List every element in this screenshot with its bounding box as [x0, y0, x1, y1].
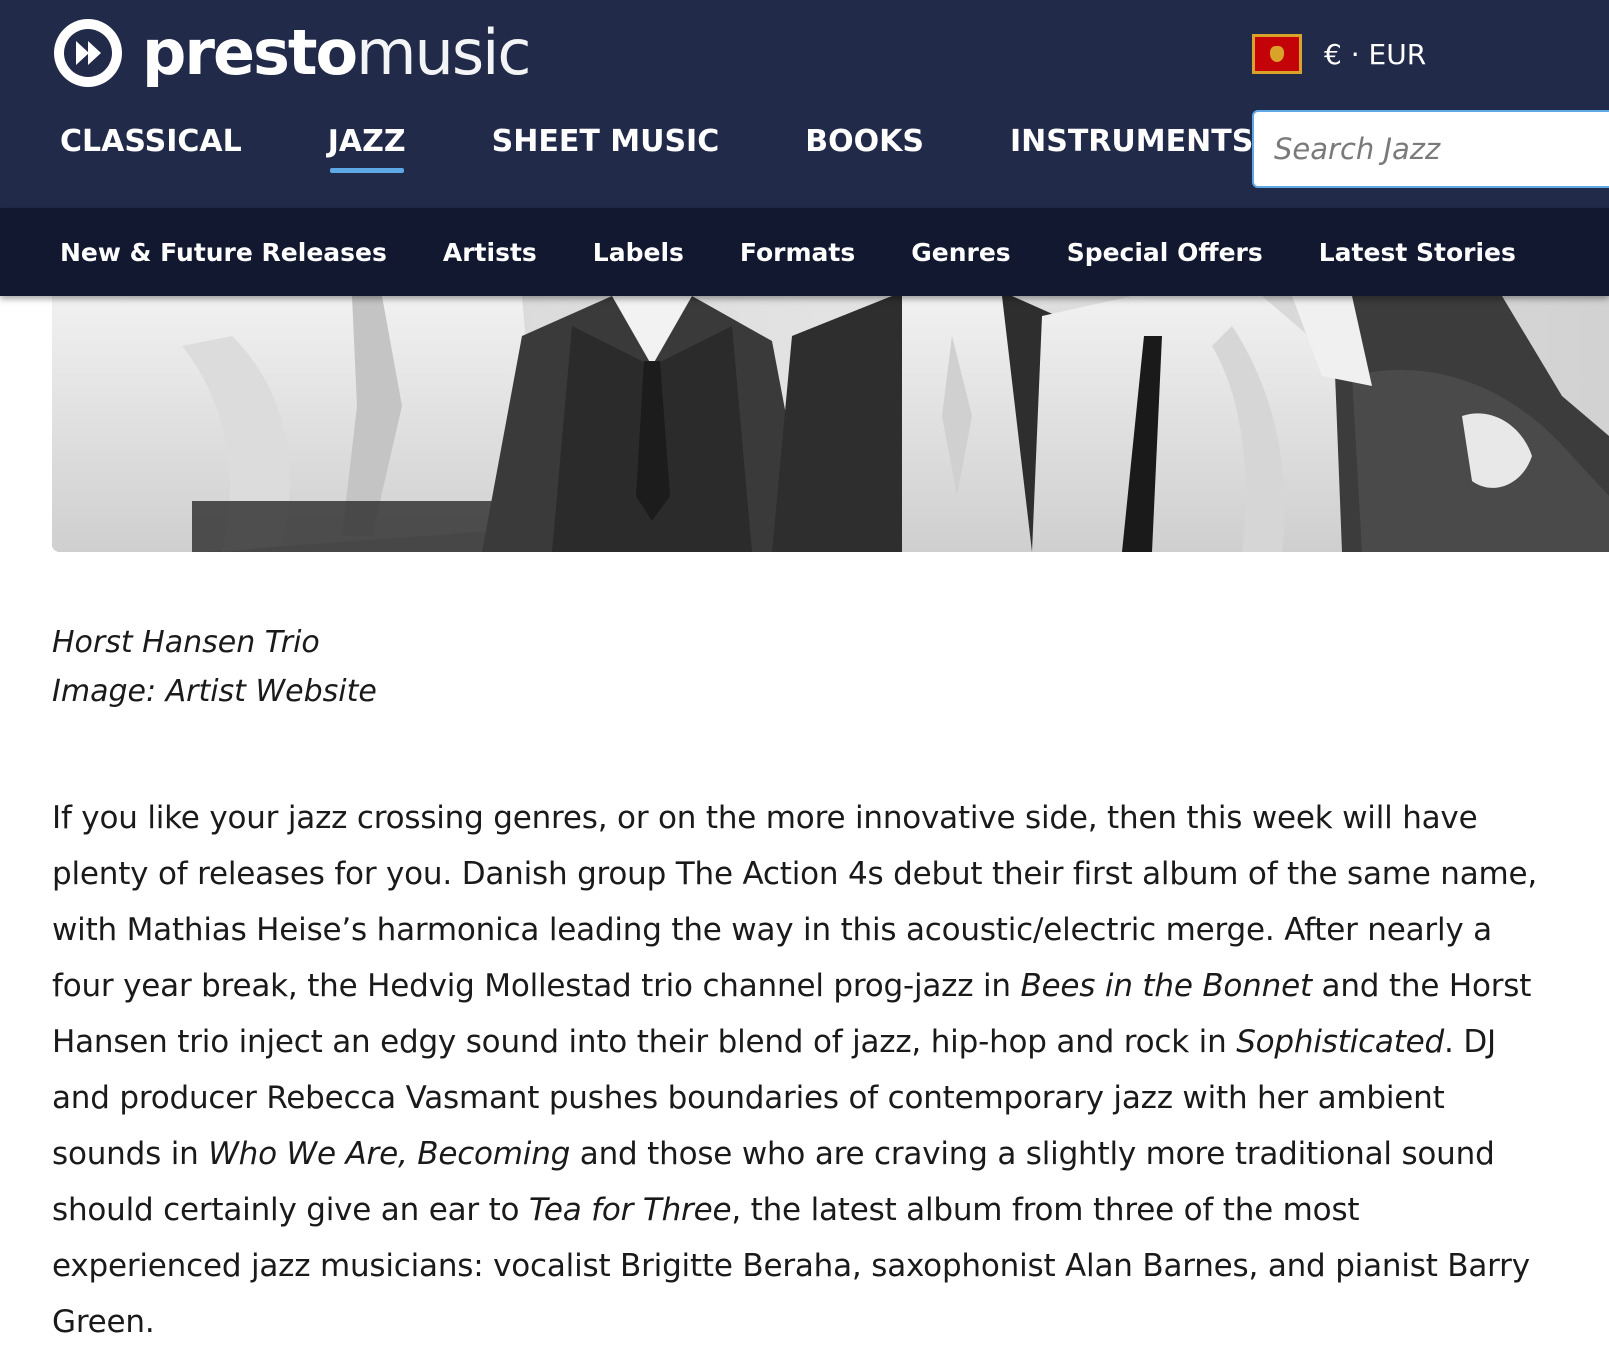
- search-box: [1252, 110, 1609, 188]
- currency-label: € · EUR: [1324, 37, 1427, 71]
- logo-wordmark: prestomusic: [142, 22, 531, 84]
- subnav-latest-stories[interactable]: Latest Stories: [1319, 238, 1516, 267]
- play-forward-logo-icon: [54, 19, 122, 87]
- band-photo-illustration: [52, 296, 1609, 552]
- currency-selector[interactable]: € · EUR: [1252, 34, 1426, 74]
- image-caption: Horst Hansen Trio Image: Artist Website: [52, 618, 377, 716]
- subnav-new-future-releases[interactable]: New & Future Releases: [60, 238, 387, 267]
- nav-jazz[interactable]: JAZZ: [328, 124, 406, 173]
- nav-classical[interactable]: CLASSICAL: [60, 124, 242, 171]
- search-input[interactable]: [1254, 112, 1609, 186]
- album-title-tea-for-three: Tea for Three: [528, 1192, 732, 1228]
- hero-band-photo: [52, 296, 1609, 552]
- caption-title: Horst Hansen Trio: [52, 625, 320, 660]
- subnav-formats[interactable]: Formats: [740, 238, 855, 267]
- site-header: prestomusic € · EUR CLASSICAL JAZZ SHEET…: [0, 0, 1609, 208]
- article-paragraph: If you like your jazz crossing genres, o…: [52, 790, 1552, 1350]
- logo-wordmark-light: music: [356, 16, 531, 89]
- album-title-bees-in-the-bonnet: Bees in the Bonnet: [1020, 968, 1312, 1004]
- album-title-who-we-are-becoming: Who We Are, Becoming: [208, 1136, 571, 1172]
- flag-emblem: [1270, 46, 1284, 62]
- subnav-special-offers[interactable]: Special Offers: [1067, 238, 1263, 267]
- main-nav: CLASSICAL JAZZ SHEET MUSIC BOOKS INSTRUM…: [60, 124, 1253, 173]
- subnav-genres[interactable]: Genres: [911, 238, 1010, 267]
- nav-sheet-music[interactable]: SHEET MUSIC: [492, 124, 720, 171]
- nav-books[interactable]: BOOKS: [805, 124, 924, 171]
- caption-credit: Image: Artist Website: [52, 674, 377, 709]
- subnav-artists[interactable]: Artists: [443, 238, 537, 267]
- presto-music-logo[interactable]: prestomusic: [52, 16, 531, 90]
- montenegro-flag-icon: [1252, 34, 1302, 74]
- logo-wordmark-bold: presto: [142, 16, 358, 89]
- nav-instruments[interactable]: INSTRUMENTS: [1010, 124, 1253, 171]
- subnav-labels[interactable]: Labels: [593, 238, 684, 267]
- sub-nav: New & Future Releases Artists Labels For…: [0, 208, 1609, 296]
- album-title-sophisticated: Sophisticated: [1236, 1024, 1445, 1060]
